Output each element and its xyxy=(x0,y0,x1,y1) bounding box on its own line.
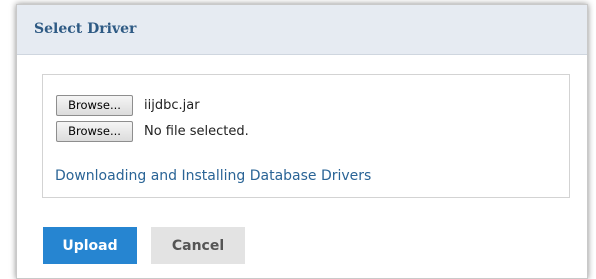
browse-button[interactable]: Browse... xyxy=(56,120,133,142)
dialog-header: Select Driver xyxy=(17,5,587,55)
dialog-title: Select Driver xyxy=(34,21,137,37)
upload-button[interactable]: Upload xyxy=(43,227,137,264)
cancel-button[interactable]: Cancel xyxy=(151,227,245,264)
browse-button[interactable]: Browse... xyxy=(56,94,133,116)
selected-file-name: iijdbc.jar xyxy=(144,97,200,113)
selected-file-name: No file selected. xyxy=(144,123,249,139)
file-row: Browse... iijdbc.jar xyxy=(56,94,200,116)
driver-files-panel: Browse... iijdbc.jar Browse... No file s… xyxy=(42,74,570,198)
database-drivers-help-link[interactable]: Downloading and Installing Database Driv… xyxy=(55,168,371,184)
file-row: Browse... No file selected. xyxy=(56,120,249,142)
select-driver-dialog: Select Driver Browse... iijdbc.jar Brows… xyxy=(16,4,588,279)
